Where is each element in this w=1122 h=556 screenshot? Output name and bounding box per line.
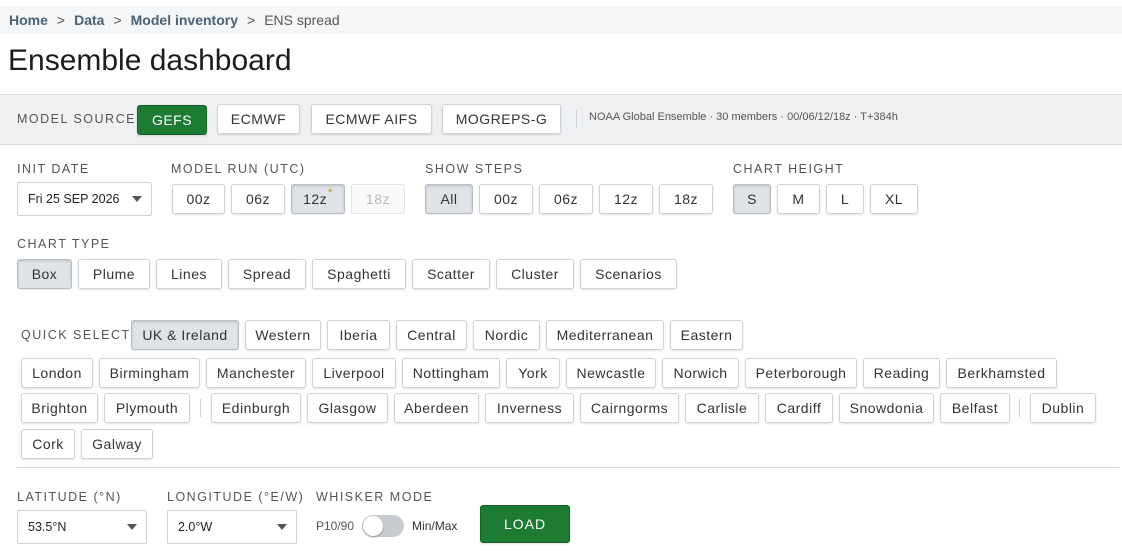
longitude-value: 2.0°W	[178, 520, 213, 534]
model-ecmwf-aifs-button[interactable]: ECMWF AIFS	[311, 104, 432, 134]
chart-spread-button[interactable]: Spread	[228, 259, 306, 289]
city-belfast-button[interactable]: Belfast	[940, 393, 1010, 423]
city-glasgow-button[interactable]: Glasgow	[307, 393, 388, 423]
chart-height-label: CHART HEIGHT	[733, 162, 845, 176]
run-18z-button: 18z	[351, 184, 405, 214]
city-manchester-button[interactable]: Manchester	[206, 358, 306, 388]
show-steps-label: SHOW STEPS	[425, 162, 524, 176]
height-l-button[interactable]: L	[826, 184, 864, 214]
breadcrumb-separator: >	[113, 12, 122, 28]
longitude-select[interactable]: 2.0°W	[167, 510, 297, 544]
steps-12z-button[interactable]: 12z	[599, 184, 653, 214]
city-edinburgh-button[interactable]: Edinburgh	[211, 393, 301, 423]
city-peterborough-button[interactable]: Peterborough	[745, 358, 857, 388]
city-reading-button[interactable]: Reading	[863, 358, 940, 388]
steps-00z-button[interactable]: 00z	[479, 184, 533, 214]
city-birmingham-button[interactable]: Birmingham	[99, 358, 200, 388]
whisker-min-max-label: Min/Max	[412, 519, 458, 533]
chart-scenarios-button[interactable]: Scenarios	[580, 259, 677, 289]
city-nottingham-button[interactable]: Nottingham	[402, 358, 500, 388]
chart-cluster-button[interactable]: Cluster	[496, 259, 574, 289]
divider	[576, 110, 577, 128]
city-london-button[interactable]: London	[21, 358, 93, 388]
init-date-value: Fri 25 SEP 2026	[28, 192, 120, 206]
chevron-down-icon	[277, 524, 287, 530]
breadcrumb-separator: >	[56, 12, 66, 28]
chevron-down-icon	[127, 524, 137, 530]
city-carlisle-button[interactable]: Carlisle	[685, 393, 759, 423]
load-button[interactable]: LOAD	[480, 505, 570, 543]
city-plymouth-button[interactable]: Plymouth	[104, 393, 190, 423]
breadcrumb-home[interactable]: Home	[9, 12, 48, 28]
region-central-button[interactable]: Central	[396, 320, 467, 350]
model-info: NOAA Global Ensemble · 30 members · 00/0…	[589, 111, 898, 123]
whisker-mode-label: WHISKER MODE	[316, 490, 434, 504]
city-liverpool-button[interactable]: Liverpool	[312, 358, 396, 388]
chart-lines-button[interactable]: Lines	[156, 259, 222, 289]
latitude-value: 53.5°N	[28, 520, 67, 534]
chevron-down-icon	[132, 196, 142, 202]
toggle-knob	[363, 516, 384, 536]
city-inverness-button[interactable]: Inverness	[485, 393, 574, 423]
height-s-button[interactable]: S	[733, 184, 771, 214]
city-aberdeen-button[interactable]: Aberdeen	[394, 393, 479, 423]
region-mediterranean-button[interactable]: Mediterranean	[546, 320, 664, 350]
breadcrumb-data[interactable]: Data	[74, 12, 104, 28]
city-newcastle-button[interactable]: Newcastle	[566, 358, 656, 388]
city-cork-button[interactable]: Cork	[21, 429, 75, 459]
init-date-select[interactable]: Fri 25 SEP 2026	[17, 182, 152, 216]
chart-box-button[interactable]: Box	[17, 259, 72, 289]
city-dublin-button[interactable]: Dublin	[1030, 393, 1096, 423]
whisker-p10-90-label: P10/90	[316, 519, 355, 533]
run-00z-button[interactable]: 00z	[172, 184, 225, 214]
chart-type-label: CHART TYPE	[17, 237, 111, 251]
region-eastern-button[interactable]: Eastern	[670, 320, 743, 350]
model-source-label: MODEL SOURCE	[17, 112, 136, 126]
latest-run-star-icon: *	[328, 187, 333, 199]
steps-all-button[interactable]: All	[425, 184, 473, 214]
longitude-label: LONGITUDE (°E/W)	[167, 490, 305, 504]
latitude-label: LATITUDE (°N)	[17, 490, 122, 504]
latitude-select[interactable]: 53.5°N	[17, 510, 147, 544]
chart-spaghetti-button[interactable]: Spaghetti	[312, 259, 406, 289]
run-06z-button[interactable]: 06z	[231, 184, 285, 214]
breadcrumb: Home > Data > Model inventory > ENS spre…	[0, 6, 1122, 34]
region-iberia-button[interactable]: Iberia	[327, 320, 390, 350]
run-12z-button[interactable]: 12z *	[291, 184, 345, 214]
city-cairngorms-button[interactable]: Cairngorms	[580, 393, 679, 423]
city-cardiff-button[interactable]: Cardiff	[765, 393, 833, 423]
model-mogreps-g-button[interactable]: MOGREPS-G	[442, 104, 561, 134]
quick-select-label: QUICK SELECT	[21, 328, 131, 342]
whisker-mode-toggle-group: P10/90 Min/Max	[316, 515, 457, 537]
height-m-button[interactable]: M	[777, 184, 820, 214]
city-brighton-button[interactable]: Brighton	[21, 393, 98, 423]
divider	[200, 399, 201, 417]
steps-18z-button[interactable]: 18z	[659, 184, 713, 214]
steps-06z-button[interactable]: 06z	[539, 184, 593, 214]
city-norwich-button[interactable]: Norwich	[662, 358, 739, 388]
model-run-label: MODEL RUN (UTC)	[171, 162, 306, 176]
chart-plume-button[interactable]: Plume	[78, 259, 150, 289]
region-western-button[interactable]: Western	[245, 320, 321, 350]
whisker-mode-toggle[interactable]	[362, 515, 405, 537]
region-nordic-button[interactable]: Nordic	[473, 320, 540, 350]
breadcrumb-current: ENS spread	[264, 12, 340, 28]
run-12z-label: 12z	[303, 191, 328, 207]
breadcrumb-separator: >	[247, 12, 256, 28]
city-berkhamsted-button[interactable]: Berkhamsted	[946, 358, 1057, 388]
breadcrumb-model-inventory[interactable]: Model inventory	[131, 12, 238, 28]
city-york-button[interactable]: York	[506, 358, 560, 388]
city-galway-button[interactable]: Galway	[81, 429, 153, 459]
city-snowdonia-button[interactable]: Snowdonia	[839, 393, 934, 423]
divider	[1019, 399, 1020, 417]
region-uk-ireland-button[interactable]: UK & Ireland	[131, 320, 239, 350]
page-title: Ensemble dashboard	[8, 44, 292, 77]
chart-scatter-button[interactable]: Scatter	[412, 259, 490, 289]
model-gefs-button[interactable]: GEFS	[137, 105, 207, 135]
height-xl-button[interactable]: XL	[870, 184, 918, 214]
section-divider	[17, 467, 1119, 468]
model-ecmwf-button[interactable]: ECMWF	[217, 104, 300, 134]
init-date-label: INIT DATE	[17, 162, 90, 176]
